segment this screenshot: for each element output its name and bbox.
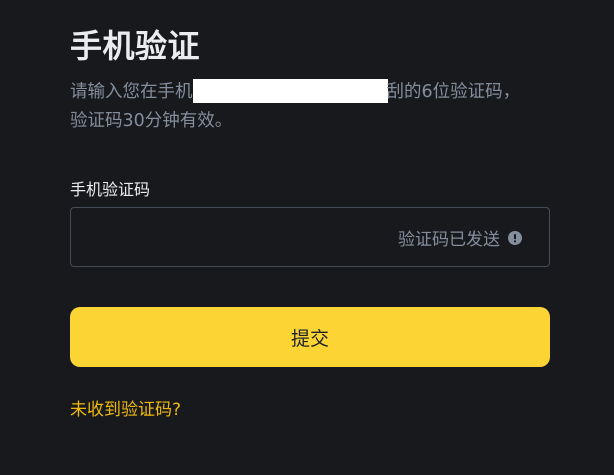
page-title: 手机验证 xyxy=(70,27,201,65)
instruction-prefix: 请输入您在手机 xyxy=(70,82,193,102)
resend-code-link[interactable]: 未收到验证码? xyxy=(70,398,181,422)
instruction-line-1: 请输入您在手机 刮的6位验证码， xyxy=(70,78,520,107)
masked-phone-number xyxy=(192,78,388,103)
code-sent-text: 验证码已发送 xyxy=(398,229,500,250)
instruction-line-2: 验证码30分钟有效。 xyxy=(70,111,233,131)
sms-code-input[interactable] xyxy=(85,208,369,268)
instruction-text: 请输入您在手机 刮的6位验证码， 验证码30分钟有效。 xyxy=(70,78,550,136)
phone-verification-page: 手机验证 请输入您在手机 刮的6位验证码， 验证码30分钟有效。 手机验证码 验证… xyxy=(0,0,614,475)
code-sent-status: 验证码已发送 xyxy=(398,225,522,250)
code-field-label: 手机验证码 xyxy=(70,180,151,199)
sms-code-field[interactable]: 验证码已发送 xyxy=(70,207,550,268)
submit-button[interactable]: 提交 xyxy=(70,307,550,367)
instruction-suffix: 刮的6位验证码， xyxy=(386,82,521,102)
info-circle-icon[interactable] xyxy=(508,230,522,245)
